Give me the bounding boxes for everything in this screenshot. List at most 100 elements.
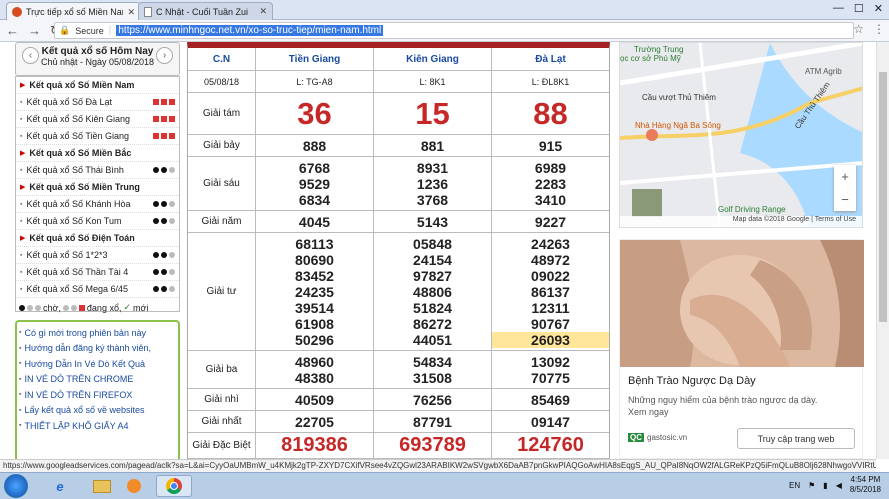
province-name[interactable]: Tiền Giang (256, 48, 374, 70)
ad-title[interactable]: Bệnh Trào Ngược Dạ Dày (628, 375, 756, 387)
check-icon: ✓ (123, 302, 131, 312)
menu-item[interactable]: ▪ Kết quả xổ Số Đà Lạt (16, 94, 179, 111)
menu-item-label: Kết quả xổ Số Thái Bình (26, 165, 124, 175)
info-link[interactable]: ▪ IN VÉ DÒ TRÊN CHROME (19, 372, 176, 388)
info-link[interactable]: ▪ Lấy kết quả xổ số về websites (19, 403, 176, 419)
prize-cell: 05848 24154 97827 48806 51824 86272 44051 (374, 233, 492, 350)
tab-c-nhat[interactable]: C Nhật - Cuối Tuần Zui ✕ (138, 2, 273, 20)
prize-number: 693789 (399, 434, 466, 456)
advertisement[interactable]: Bệnh Trào Ngược Dạ Dày Những nguy hiểm c… (619, 239, 864, 459)
menu-item[interactable]: ▪ Kết quả xổ Số Kiên Giang (16, 111, 179, 128)
menu-item[interactable]: ▪ Kết quả xổ Số Kon Tum (16, 213, 179, 230)
map-label: ọc cơ sở Phú Mỹ (620, 54, 681, 63)
ad-image[interactable] (620, 240, 864, 367)
visit-site-button[interactable]: Truy cập trang web (737, 428, 855, 449)
language-indicator[interactable]: EN (789, 481, 800, 490)
menu-item[interactable]: ▪ Kết quả xổ Số Thần Tài 4 (16, 264, 179, 281)
prize-cell: 881 (374, 135, 492, 156)
prize-number: 819386 (281, 434, 348, 456)
maximize-icon[interactable]: ☐ (854, 2, 864, 15)
network-icon[interactable]: ▮ (823, 481, 827, 490)
volume-icon[interactable]: ◀ (836, 481, 842, 490)
prize-cell: 13092 70775 (492, 351, 609, 388)
menu-item[interactable]: ▪ Kết quả xổ Số Mega 6/45 (16, 281, 179, 298)
bullet-icon: ▪ (20, 166, 23, 174)
prize-cell: 6989 2283 3410 (492, 157, 609, 210)
legend-running: đang xổ, (86, 302, 122, 313)
menu-section-label: Kết quả xổ Số Miền Trung (29, 182, 140, 192)
ie-icon[interactable]: e (42, 475, 78, 497)
explorer-icon[interactable] (84, 475, 120, 497)
prize-name: Giải nhì (188, 389, 256, 410)
prize-cell: 24263 48972 09022 86137 12311 90767 26093 (492, 233, 609, 350)
menu-icon[interactable]: ⋮ (873, 22, 885, 36)
menu-item[interactable]: ▪ Kết quả xổ Số Thái Bình (16, 162, 179, 179)
prize-row: Giải ba 48960 48380 54834 31508 13092 70775 (188, 351, 609, 389)
ad-badge: QC (628, 433, 644, 442)
prize-number: 48972 (531, 251, 570, 268)
menu-item[interactable]: ▪ Kết quả xổ Số Khánh Hòa (16, 196, 179, 213)
info-link[interactable]: ▪ Có gì mới trong phiên bản này (19, 325, 176, 341)
window-controls: — ☐ ✕ (833, 2, 883, 15)
ad-source: QC gastosic.vn (628, 433, 687, 442)
next-day-button[interactable]: › (156, 47, 173, 64)
prize-cell: 915 (492, 135, 609, 156)
info-link[interactable]: ▪ Hướng Dẫn In Vé Dò Kết Quả (19, 356, 176, 372)
tab-truc-tiep[interactable]: Trực tiếp xổ số Miền Nam ✕ (6, 2, 141, 21)
url-text: https://www.minhngoc.net.vn/xo-so-truc-t… (116, 25, 384, 36)
status-dot-icon (161, 286, 167, 292)
start-button[interactable] (4, 474, 28, 498)
zoom-out-icon[interactable]: − (841, 192, 849, 207)
flag-icon[interactable]: ⚑ (808, 481, 815, 490)
menu-section-label: Kết quả xổ Số Miền Bắc (29, 148, 132, 158)
prize-cell: 48960 48380 (256, 351, 374, 388)
prev-day-button[interactable]: ‹ (22, 47, 39, 64)
info-link[interactable]: ▪ Hướng dẫn đăng ký thành viên, (19, 341, 176, 357)
status-dot-icon (169, 269, 175, 275)
info-link-label: Hướng Dẫn In Vé Dò Kết Quả (24, 358, 145, 369)
close-window-icon[interactable]: ✕ (874, 2, 883, 15)
prize-number: 76256 (413, 391, 452, 408)
bullet-icon: ▪ (19, 391, 22, 399)
url-input[interactable]: 🔒 Secure | https://www.minhngoc.net.vn/x… (54, 22, 854, 39)
prize-number: 15 (415, 96, 450, 131)
status-dots (153, 99, 175, 105)
menu-item-label: Kết quả xổ Số Đà Lạt (26, 97, 113, 107)
map-label: Golf Driving Range (718, 205, 786, 214)
star-icon[interactable]: ☆ (853, 22, 864, 36)
minimize-icon[interactable]: — (833, 2, 844, 15)
info-link[interactable]: ▪ THIẾT LẬP KHỔ GIẤY A4 (19, 418, 176, 434)
info-link-label: Hướng dẫn đăng ký thành viên, (24, 343, 151, 354)
clock[interactable]: 4:54 PM 8/5/2018 (850, 475, 881, 495)
status-dot-icon (62, 304, 69, 311)
legend-waiting: chờ, (43, 302, 61, 313)
menu-item[interactable]: ▪ Kết quả xổ Số Tiền Giang (16, 128, 179, 145)
prize-number: 54834 (413, 353, 452, 370)
map-widget[interactable]: Trường Trung ọc cơ sở Phú Mỹ ATM Agrib C… (619, 42, 863, 228)
menu-item[interactable]: ▪ Kết quả xổ Số 1*2*3 (16, 247, 179, 264)
prize-number: 39514 (295, 299, 334, 316)
prize-number: 4045 (298, 213, 331, 230)
close-icon[interactable]: ✕ (127, 7, 135, 18)
forward-icon[interactable]: → (28, 23, 41, 38)
prize-number: 888 (302, 137, 327, 154)
province-name[interactable]: Kiên Giang (374, 48, 492, 70)
today-results-header: ‹ › Kết quả xổ số Hôm Nay Chủ nhật - Ngà… (15, 42, 180, 76)
results-table: C.N Tiền Giang Kiên Giang Đà Lạt 05/08/18 L: … (187, 42, 610, 459)
prize-cell: 888 (256, 135, 374, 156)
prize-number: 50296 (295, 331, 334, 348)
zoom-in-icon[interactable]: + (841, 169, 849, 184)
prize-row: Giải Đặc Biệt 819386 693789 124760 (188, 433, 609, 459)
prize-number: 97827 (413, 267, 452, 284)
info-link[interactable]: ▪ IN VÉ DÒ TRÊN FIREFOX (19, 387, 176, 403)
media-player-icon[interactable] (116, 475, 152, 497)
province-name[interactable]: Đà Lạt (492, 48, 609, 70)
chrome-icon[interactable] (156, 475, 192, 497)
menu-item-label: Kết quả xổ Số 1*2*3 (26, 250, 108, 260)
back-icon[interactable]: ← (6, 23, 19, 38)
close-icon[interactable]: ✕ (259, 6, 267, 17)
browser-tools: ☆ ⋮ (853, 22, 885, 36)
prize-number: 3768 (416, 191, 449, 208)
page-scrollbar[interactable] (876, 42, 889, 459)
scrollbar-thumb[interactable] (879, 72, 887, 322)
